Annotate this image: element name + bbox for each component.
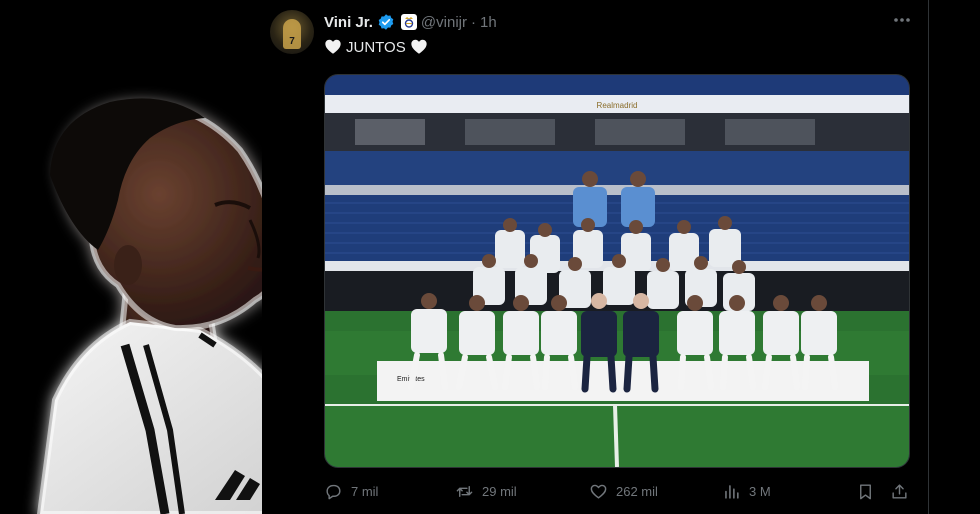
share-button[interactable]	[890, 482, 909, 501]
affiliate-crest-icon[interactable]	[400, 14, 417, 30]
more-options-button[interactable]	[892, 10, 912, 35]
timestamp[interactable]: 1h	[480, 14, 497, 31]
display-name[interactable]: Vini Jr.	[324, 14, 373, 31]
bookmark-icon	[860, 483, 871, 499]
views-count: 3 M	[749, 483, 771, 499]
tweet-actions: 7 mil 29 mil 262 mil 3 M	[324, 480, 910, 502]
reply-count: 7 mil	[351, 483, 379, 499]
reply-button[interactable]: 7 mil	[324, 482, 378, 501]
reply-icon	[326, 484, 341, 499]
heart-icon	[590, 484, 607, 499]
white-heart-emoji-icon	[325, 39, 341, 54]
handle[interactable]: @vinijr	[421, 14, 467, 31]
avatar[interactable]: 7	[270, 10, 314, 54]
views-chart-icon	[725, 484, 739, 499]
repost-count: 29 mil	[482, 483, 517, 499]
column-divider	[928, 0, 929, 514]
separator-dot: ·	[470, 13, 476, 31]
tweet: 7 Vini Jr. @vinijr · 1h JUNTOS Realmadri…	[262, 0, 928, 514]
like-button[interactable]: 262 mil	[589, 482, 658, 501]
tweet-text-content: JUNTOS	[346, 38, 406, 56]
stadium-banner-text: Realmadrid	[597, 101, 638, 110]
repost-button[interactable]: 29 mil	[455, 482, 517, 501]
tweet-header: Vini Jr. @vinijr · 1h	[324, 12, 497, 32]
views-button[interactable]: 3 M	[722, 482, 771, 501]
bookmark-button[interactable]	[856, 482, 875, 501]
team-photo[interactable]: Realmadrid Emirates	[324, 74, 910, 468]
like-count: 262 mil	[616, 483, 658, 499]
more-icon	[894, 18, 910, 22]
repost-icon	[456, 485, 473, 497]
white-heart-emoji-icon	[411, 39, 427, 54]
verified-badge-icon	[378, 14, 394, 30]
tweet-text: JUNTOS	[324, 38, 428, 56]
share-icon	[892, 483, 907, 499]
